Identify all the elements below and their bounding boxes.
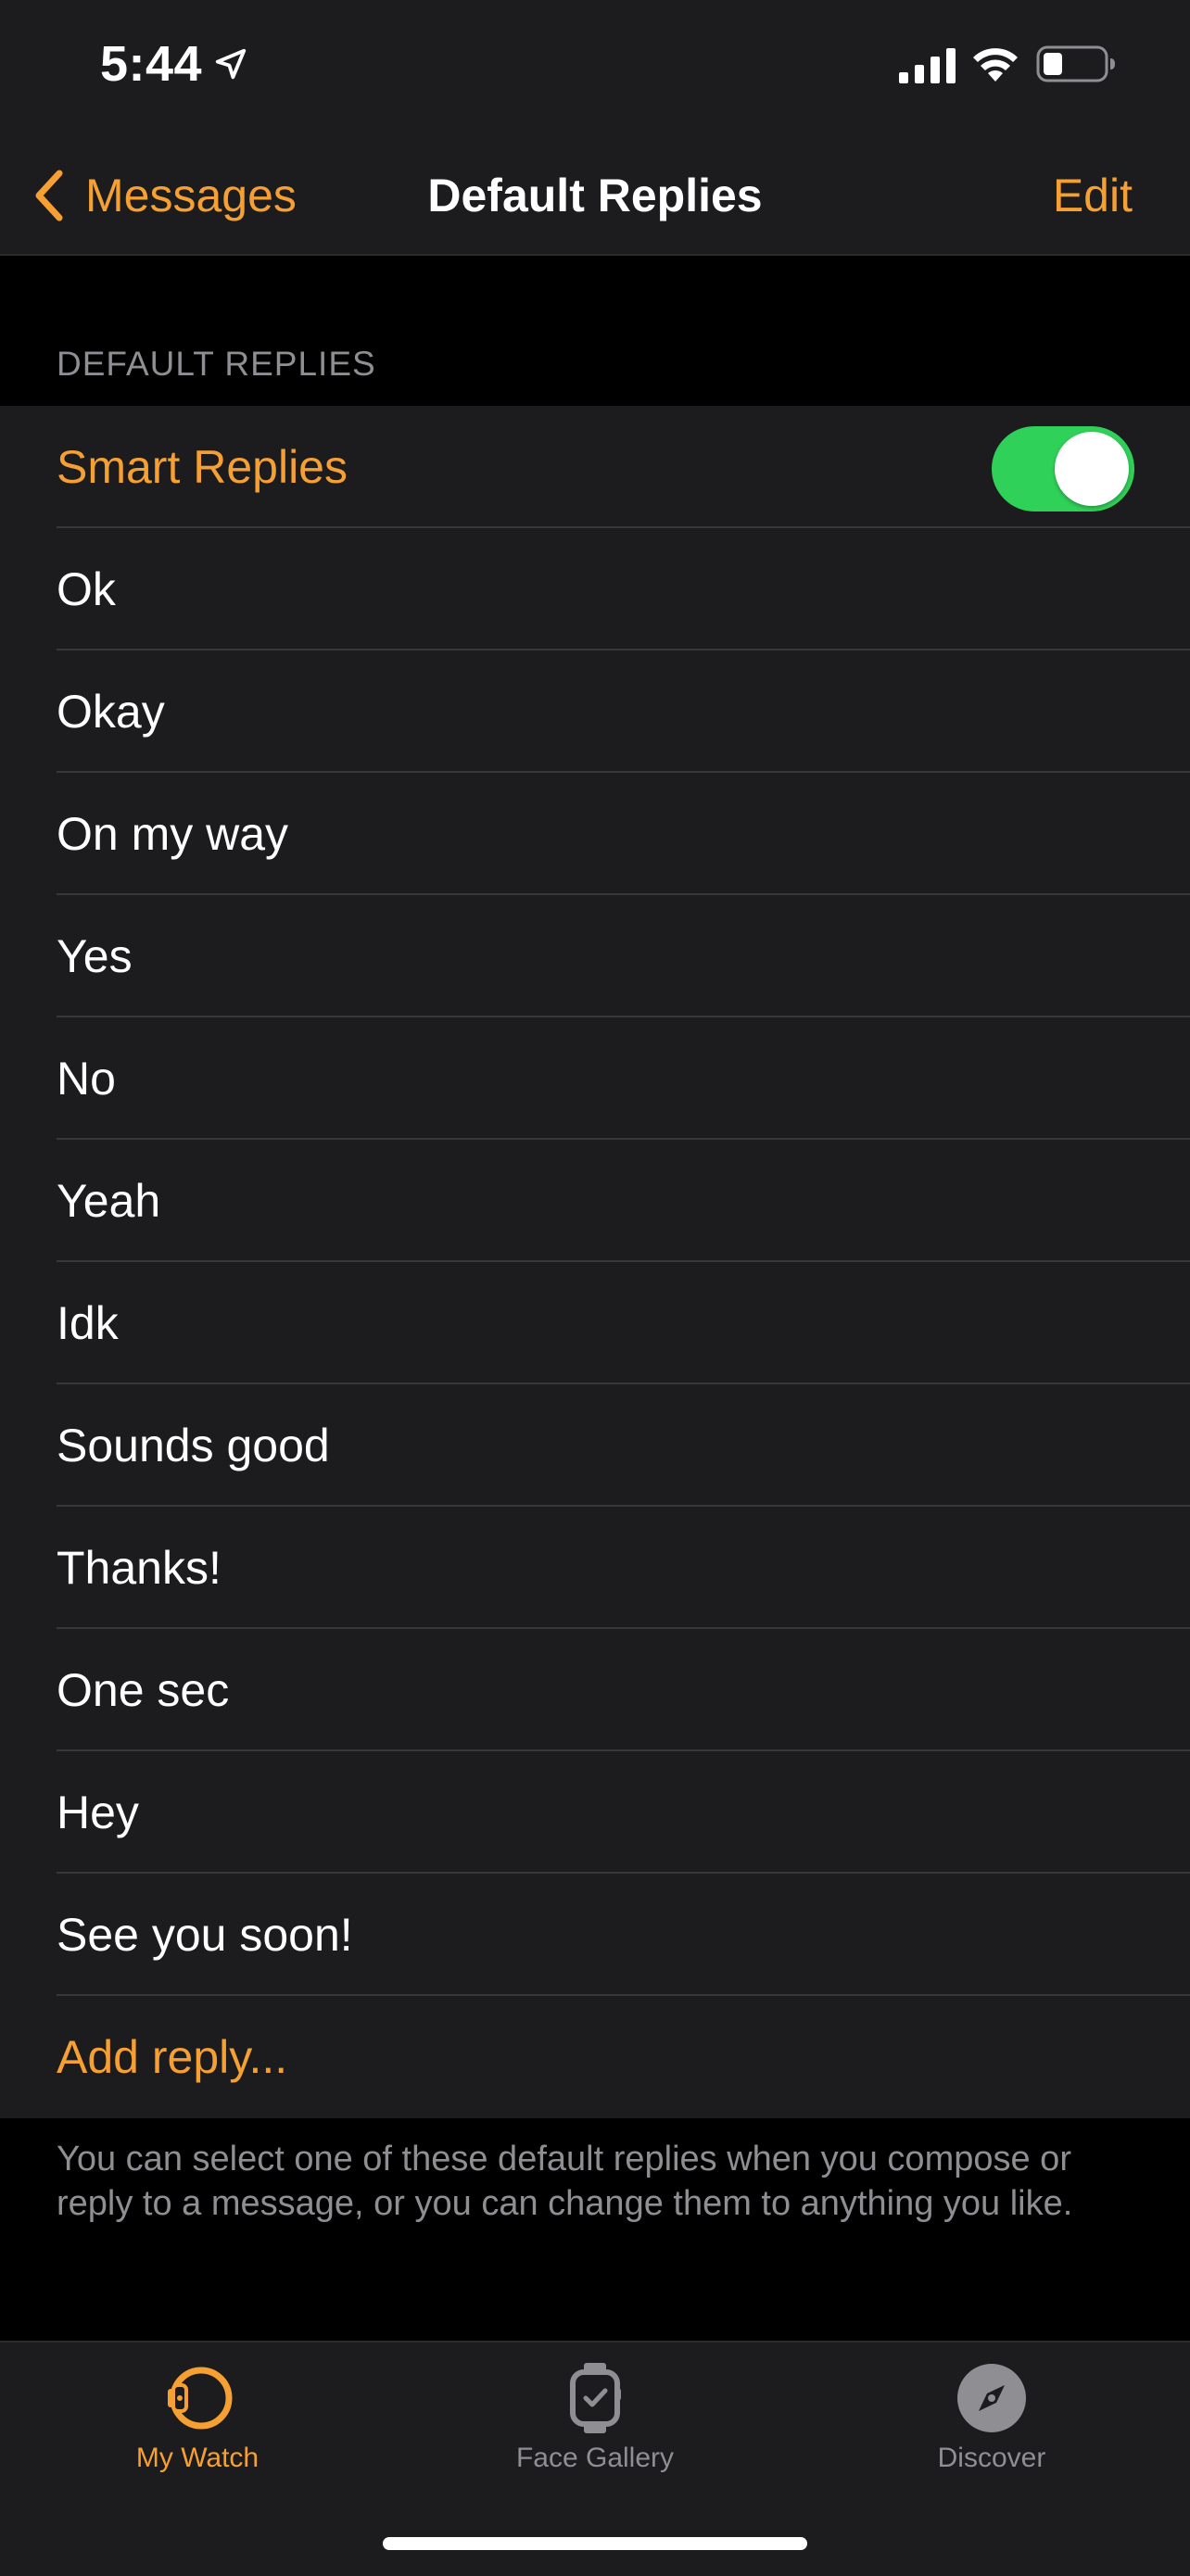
smart-replies-toggle[interactable] [992,426,1134,511]
battery-icon [1036,45,1115,82]
reply-row[interactable]: Yes [0,895,1190,1017]
reply-row[interactable]: Okay [0,650,1190,773]
wifi-icon [973,48,1018,82]
default-replies-list: Smart Replies Ok Okay On my way Yes No Y… [0,406,1190,2118]
smart-replies-label: Smart Replies [57,441,348,493]
location-arrow-icon [215,48,247,80]
reply-label: No [57,1053,116,1105]
reply-row[interactable]: Yeah [0,1140,1190,1262]
reply-row[interactable]: Ok [0,528,1190,650]
tab-face-gallery[interactable]: Face Gallery [456,2361,734,2474]
back-label: Messages [85,170,297,221]
tab-label: Face Gallery [515,2443,675,2473]
home-indicator [383,2537,807,2550]
reply-label: See you soon! [57,1909,353,1961]
reply-label: Okay [57,686,165,738]
reply-label: Thanks! [57,1542,222,1594]
reply-row[interactable]: Idk [0,1262,1190,1384]
reply-row[interactable]: One sec [0,1629,1190,1751]
watch-icon [168,2367,233,2430]
add-reply-button[interactable]: Add reply... [0,1996,1190,2118]
reply-row[interactable]: No [0,1017,1190,1140]
reply-row[interactable]: Thanks! [0,1507,1190,1629]
tab-discover[interactable]: Discover [853,2361,1131,2474]
tab-label: My Watch [135,2443,260,2473]
reply-row[interactable]: Sounds good [0,1384,1190,1507]
reply-label: Ok [57,563,116,615]
add-reply-label: Add reply... [57,2031,288,2083]
reply-label: One sec [57,1664,230,1716]
chevron-left-icon [35,170,63,221]
reply-label: Hey [57,1787,139,1838]
status-time: 5:44 [100,36,203,92]
edit-button[interactable]: Edit [1053,163,1133,228]
tab-label: Discover [937,2443,1046,2473]
face-gallery-icon [570,2363,621,2433]
reply-label: Yes [57,930,133,982]
navigation-bar: Messages Default Replies Edit [0,139,1190,256]
reply-label: Yeah [57,1175,161,1227]
reply-row[interactable]: Hey [0,1751,1190,1874]
back-button[interactable]: Messages [32,163,297,228]
smart-replies-row: Smart Replies [0,406,1190,528]
reply-label: Idk [57,1297,119,1349]
toggle-knob [1055,432,1129,506]
reply-label: Sounds good [57,1420,330,1471]
compass-icon [957,2364,1026,2432]
reply-row[interactable]: On my way [0,773,1190,895]
section-header: DEFAULT REPLIES [57,345,376,383]
reply-label: On my way [57,808,289,860]
status-bar: 5:44 [0,0,1190,139]
reply-row[interactable]: See you soon! [0,1874,1190,1996]
footer-note: You can select one of these default repl… [57,2140,1073,2223]
tab-my-watch[interactable]: My Watch [58,2361,336,2474]
cellular-signal-icon [899,48,956,83]
